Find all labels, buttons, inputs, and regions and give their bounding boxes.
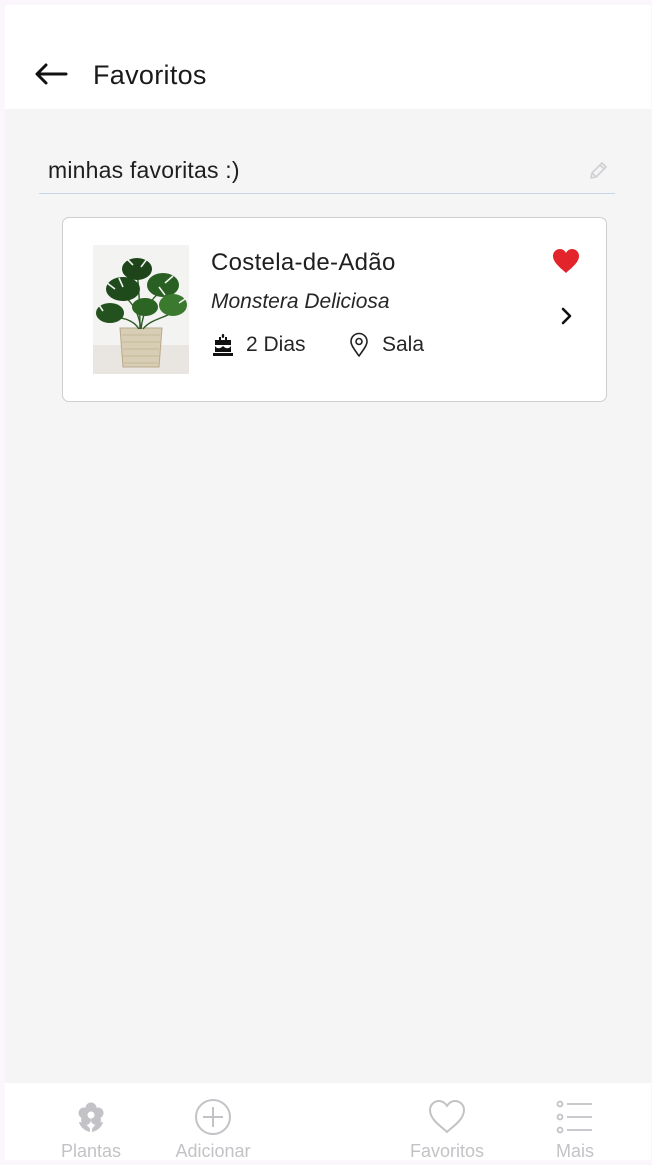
nav-favoritos[interactable]: Favoritos bbox=[397, 1083, 497, 1160]
plant-name: Costela-de-Adão bbox=[211, 249, 396, 276]
app-bar: Favoritos bbox=[5, 5, 651, 109]
nav-mais[interactable]: Mais bbox=[533, 1083, 617, 1160]
heart-outline-icon bbox=[429, 1100, 465, 1133]
plus-circle-icon bbox=[195, 1099, 231, 1135]
favorite-toggle[interactable] bbox=[551, 247, 581, 275]
open-plant-button[interactable] bbox=[557, 302, 577, 330]
favorites-screen: Favoritos minhas favoritas :) Costela-de… bbox=[5, 5, 651, 1160]
nav-label: Adicionar bbox=[175, 1141, 251, 1160]
heart-icon bbox=[553, 249, 579, 273]
plant-location-text: Sala bbox=[382, 333, 425, 356]
nav-label: Mais bbox=[555, 1141, 594, 1160]
nav-adicionar[interactable]: Adicionar bbox=[163, 1083, 263, 1160]
plant-location: Sala bbox=[347, 331, 424, 359]
bottom-navigation: Plantas Adicionar Favoritos Mais bbox=[5, 1083, 651, 1160]
back-button[interactable] bbox=[31, 59, 71, 89]
list-name-field[interactable]: minhas favoritas :) bbox=[39, 151, 615, 194]
chevron-right-icon bbox=[561, 307, 572, 325]
list-icon bbox=[556, 1100, 592, 1134]
plant-scientific-name: Monstera Deliciosa bbox=[211, 290, 390, 313]
birthday-cake-icon bbox=[211, 332, 235, 358]
plant-card[interactable]: Costela-de-Adão Monstera Deliciosa 2 Dia… bbox=[62, 217, 607, 402]
flower-icon bbox=[78, 1102, 104, 1132]
nav-label: Favoritos bbox=[409, 1141, 485, 1160]
pencil-icon[interactable] bbox=[587, 160, 609, 182]
list-name: minhas favoritas :) bbox=[48, 157, 240, 183]
page-title: Favoritos bbox=[93, 60, 207, 90]
arrow-left-icon bbox=[35, 63, 68, 85]
map-pin-icon bbox=[347, 332, 371, 358]
plant-age: 2 Dias bbox=[211, 331, 306, 359]
nav-plantas[interactable]: Plantas bbox=[39, 1083, 143, 1160]
nav-label: Plantas bbox=[60, 1141, 122, 1160]
plant-photo bbox=[93, 245, 189, 374]
plant-age-text: 2 Dias bbox=[246, 333, 306, 356]
